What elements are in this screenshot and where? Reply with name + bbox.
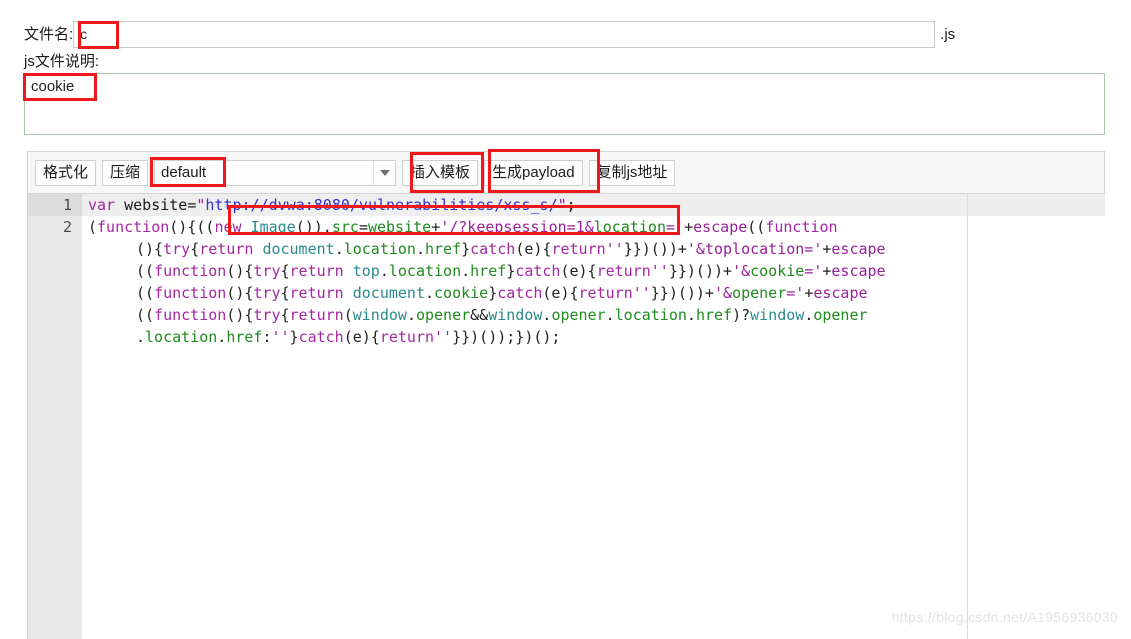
insert-template-button[interactable]: 插入模板 — [402, 159, 479, 186]
token-website-url: http://dvwa:8080/vulnerabilities/xss_s/ — [205, 196, 558, 214]
watermark: https://blog.csdn.net/A1956936030 — [891, 609, 1118, 625]
line-number-gutter: 1 2 — [28, 194, 82, 639]
code-line-2-row-1[interactable]: (function(){((new Image()).src=website+'… — [82, 216, 1105, 238]
filename-input[interactable] — [73, 20, 936, 48]
filename-label: 文件名: — [24, 25, 74, 43]
description-textarea[interactable] — [24, 73, 1105, 135]
editor-toolbar: 格式化 压缩 default 插入模板 生成payload 复制js地址 — [27, 151, 1105, 194]
line-number: 2 — [62, 218, 72, 236]
token-quote-close: " — [557, 196, 567, 214]
format-button[interactable]: 格式化 — [35, 159, 97, 186]
template-select[interactable]: default — [154, 159, 397, 186]
code-line-2-row-5[interactable]: ((function(){try{return(window.opener&&w… — [82, 304, 1105, 326]
filename-row: 文件名: .js — [0, 18, 1131, 50]
token-identifier-website: website= — [124, 196, 197, 214]
code-line-2-row-6[interactable]: .location.href:''}catch(e){return''}})()… — [82, 326, 1105, 348]
filename-extension-label: .js — [940, 25, 956, 43]
generate-payload-button[interactable]: 生成payload — [484, 159, 583, 186]
code-editor[interactable]: 1 2 var website= "http://dvwa:8080/vulner… — [27, 194, 1105, 639]
description-label: js文件说明: — [24, 53, 100, 70]
token-keyword-var: var — [88, 196, 125, 214]
line-number: 1 — [28, 194, 82, 216]
code-line-1[interactable]: var website= "http://dvwa:8080/vulnerabil… — [82, 194, 1105, 216]
code-line-2-row-2[interactable]: (){try{return document.location.href}cat… — [82, 238, 1105, 260]
token-semicolon: ; — [566, 196, 576, 214]
copy-js-url-button[interactable]: 复制js地址 — [588, 159, 676, 186]
code-line-2-row-4[interactable]: ((function(){try{return document.cookie}… — [82, 282, 1105, 304]
code-content[interactable]: var website= "http://dvwa:8080/vulnerabil… — [82, 194, 1105, 639]
compress-button[interactable]: 压缩 — [102, 159, 149, 186]
editor-vertical-ruler — [967, 194, 968, 639]
template-select-value: default — [161, 164, 207, 181]
page-root: 文件名: .js js文件说明: 格式化 压缩 default 插入模板 生成p… — [0, 0, 1131, 639]
code-line-2-row-3[interactable]: ((function(){try{return top.location.hre… — [82, 260, 1105, 282]
chevron-down-icon[interactable] — [373, 160, 395, 185]
